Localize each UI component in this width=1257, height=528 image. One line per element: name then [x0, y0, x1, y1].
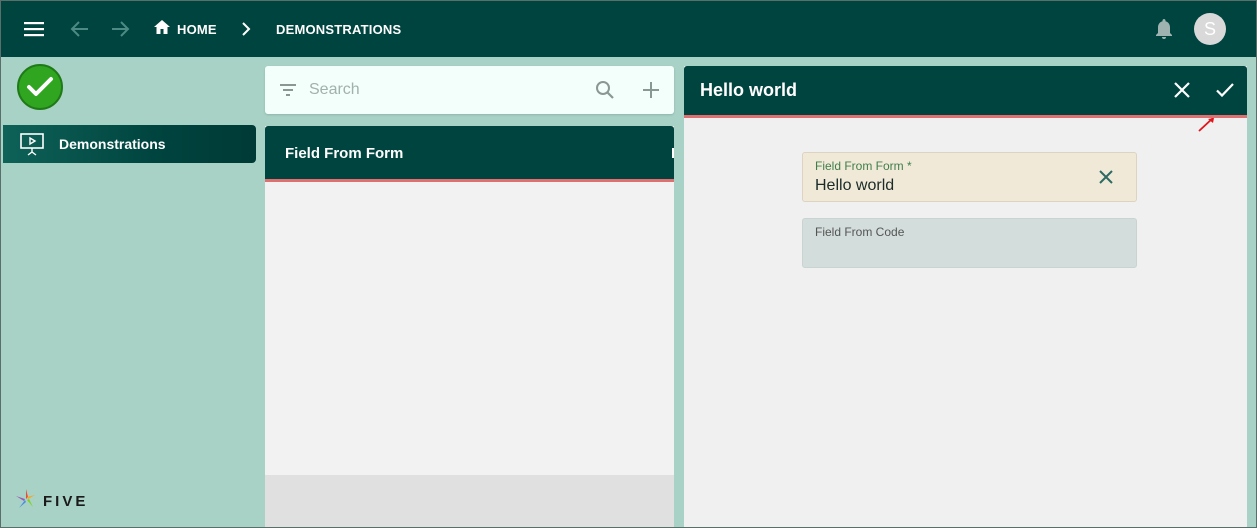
field-from-form-label: Field From Form *	[815, 159, 912, 173]
field-from-code-label: Field From Code	[815, 225, 905, 239]
search-input[interactable]	[309, 78, 579, 102]
presentation-icon	[19, 132, 45, 156]
form-panel: Hello world Field From Form * Hello worl…	[684, 66, 1247, 527]
sidebar: Demonstrations FIVE	[1, 57, 263, 527]
resize-handle[interactable]	[672, 148, 674, 158]
form-header: Hello world	[684, 66, 1247, 118]
top-bar: HOME DEMONSTRATIONS S	[1, 1, 1256, 57]
field-from-form[interactable]: Field From Form * Hello world	[802, 152, 1137, 202]
home-icon	[153, 19, 171, 40]
add-icon[interactable]	[639, 78, 663, 102]
arrow-forward-icon[interactable]	[107, 17, 133, 41]
breadcrumb-home[interactable]: HOME	[153, 17, 217, 41]
form-title: Hello world	[700, 80, 798, 100]
avatar[interactable]: S	[1194, 13, 1226, 45]
five-logo-text: FIVE	[43, 493, 89, 510]
five-logo-icon	[15, 487, 37, 516]
list-header: Field From Form	[265, 126, 674, 182]
chevron-right-icon	[237, 17, 255, 41]
close-icon[interactable]	[1170, 78, 1194, 102]
breadcrumb-home-label: HOME	[177, 21, 217, 37]
breadcrumb-current-label: DEMONSTRATIONS	[276, 21, 402, 37]
arrow-back-icon[interactable]	[67, 17, 93, 41]
check-icon[interactable]	[1213, 78, 1237, 102]
clear-icon[interactable]	[1095, 166, 1117, 188]
five-logo: FIVE	[15, 487, 88, 516]
search-icon[interactable]	[593, 78, 617, 102]
check-circle-icon	[17, 64, 63, 110]
list-footer	[265, 475, 674, 527]
sidebar-item-label: Demonstrations	[59, 136, 166, 152]
filter-icon[interactable]	[277, 79, 299, 101]
bell-icon[interactable]	[1151, 16, 1177, 42]
annotation-arrow-icon	[1196, 117, 1226, 132]
menu-icon[interactable]	[21, 17, 47, 41]
list-panel: Field From Form	[265, 126, 674, 527]
field-from-code: Field From Code	[802, 218, 1137, 268]
list-header-title: Field From Form	[285, 145, 404, 162]
sidebar-item-demonstrations[interactable]: Demonstrations	[3, 125, 256, 163]
breadcrumb-current[interactable]: DEMONSTRATIONS	[276, 17, 401, 41]
field-from-form-value[interactable]: Hello world	[815, 177, 894, 195]
search-bar	[265, 66, 674, 114]
